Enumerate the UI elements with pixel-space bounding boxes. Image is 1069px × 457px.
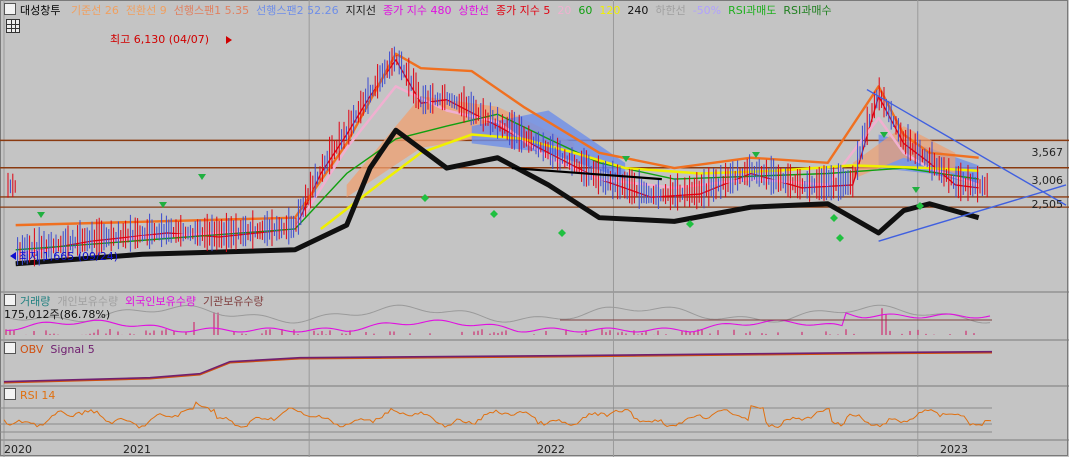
main-legend-item-5[interactable]: 종가 지수 480 [383, 4, 451, 17]
x-label-2023: 2023 [940, 443, 968, 456]
main-legend-item-8[interactable]: 20 [557, 4, 571, 17]
checkbox-icon[interactable] [4, 388, 16, 400]
main-legend-item-0[interactable]: 기준선 26 [71, 4, 119, 17]
volume-value: 175,012주(86.78%) [4, 308, 111, 321]
main-legend-item-3[interactable]: 선행스팬2 52.26 [256, 4, 338, 17]
x-label-2020: 2020 [4, 443, 32, 456]
main-legend-item-2[interactable]: 선행스팬1 5.35 [174, 4, 249, 17]
main-legend-item-7[interactable]: 종가 지수 5 [496, 4, 550, 17]
stock-title: 대성창투 [4, 3, 60, 17]
x-label-2021: 2021 [123, 443, 151, 456]
volume-legend-item-1[interactable]: 개인보유수량 [57, 295, 118, 308]
rsi-legend: RSI 14 [4, 388, 69, 403]
price-level-2: 3,006 [1031, 174, 1064, 187]
min-price-annotation: 최저 1,665 (09/24) [19, 250, 119, 263]
main-legend-item-11[interactable]: 240 [627, 4, 648, 17]
x-label-2022: 2022 [537, 443, 565, 456]
main-legend-item-6[interactable]: 상한선 [458, 4, 488, 17]
main-legend-item-14[interactable]: RSI과매도 [728, 4, 776, 17]
checkbox-icon[interactable] [4, 3, 16, 15]
grid-settings-icon[interactable] [6, 19, 20, 33]
chart-background [0, 0, 1069, 457]
price-level-3: 2,505 [1031, 198, 1064, 211]
checkbox-icon[interactable] [4, 342, 16, 354]
main-legend-item-12[interactable]: 하한선 [655, 4, 685, 17]
main-legend-item-4[interactable]: 지지선 [346, 4, 376, 17]
obv-legend-item-1[interactable]: Signal 5 [50, 343, 94, 356]
obv-legend: OBV Signal 5 [4, 342, 109, 357]
main-legend-item-1[interactable]: 전환선 9 [126, 4, 167, 17]
price-level-1: 3,567 [1031, 146, 1064, 159]
max-price-annotation: 최고 6,130 (04/07) [110, 33, 210, 46]
volume-legend-item-3[interactable]: 기관보유수량 [203, 295, 264, 308]
volume-legend-item-0[interactable]: 거래량 [20, 295, 50, 308]
volume-legend: 거래량 개인보유수량 외국인보유수량 기관보유수량 [4, 294, 278, 309]
main-legend-item-9[interactable]: 60 [578, 4, 592, 17]
main-legend-item-13[interactable]: -50% [693, 4, 721, 17]
main-legend-item-15[interactable]: RSI과매수 [783, 4, 831, 17]
main-legend: 대성창투 기준선 26 전환선 9 선행스팬1 5.35 선행스팬2 52.26 지지선… [4, 3, 846, 18]
stock-chart[interactable] [0, 0, 1069, 457]
volume-legend-item-2[interactable]: 외국인보유수량 [125, 295, 196, 308]
checkbox-icon[interactable] [4, 294, 16, 306]
obv-legend-item-0[interactable]: OBV [20, 343, 43, 356]
main-legend-item-10[interactable]: 120 [599, 4, 620, 17]
rsi-legend-item-0[interactable]: RSI 14 [20, 389, 55, 402]
